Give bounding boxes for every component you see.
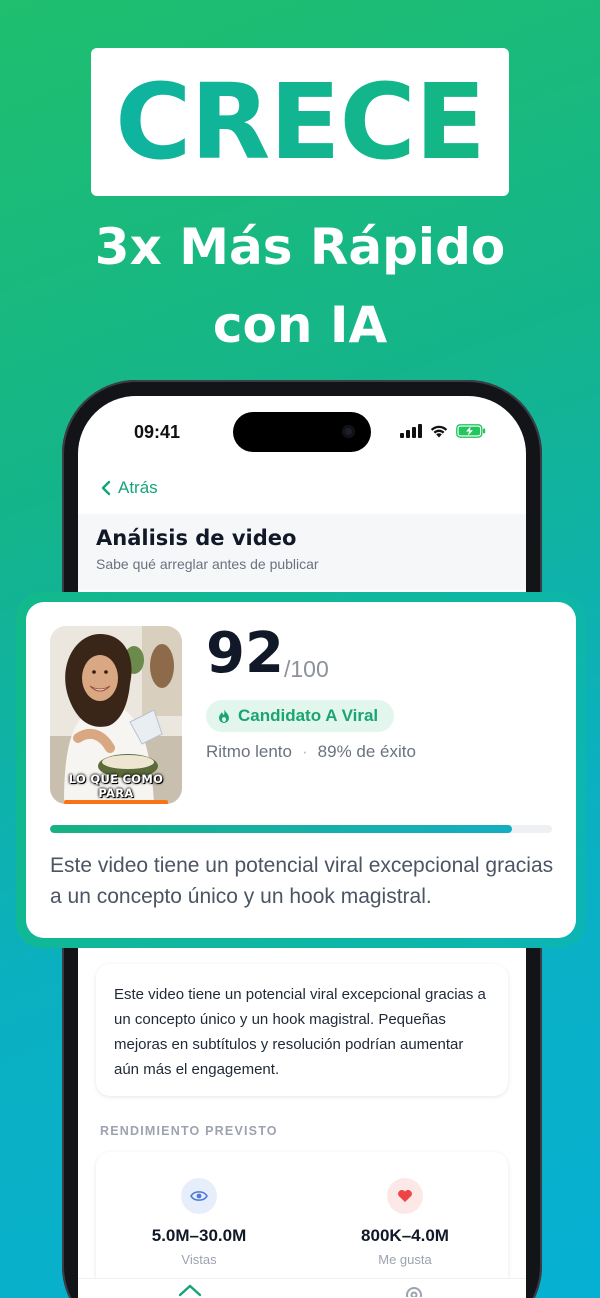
- summary-text: Este video tiene un potencial viral exce…: [114, 986, 486, 1078]
- page-title: Análisis de video: [96, 526, 297, 550]
- status-time: 09:41: [134, 422, 181, 442]
- front-camera-icon: [342, 425, 355, 438]
- back-button[interactable]: Atrás: [100, 478, 158, 498]
- viral-score: 92: [206, 621, 284, 686]
- pace-label: Ritmo lento: [206, 742, 292, 761]
- hero-headline-box: CRECE: [91, 48, 509, 196]
- signal-icon: [400, 424, 422, 438]
- analysis-card: LO QUE COMO PARA 92 /100 Candidato A Vir…: [16, 592, 586, 948]
- analysis-description: Este video tiene un potencial viral exce…: [50, 854, 554, 908]
- thumbnail-caption-line2: PARA: [98, 786, 134, 800]
- meta-separator: ·: [301, 742, 308, 761]
- analysis-meta: Ritmo lento · 89% de éxito: [206, 742, 416, 762]
- flame-icon: [219, 709, 229, 723]
- thumbnail-caption-bar: [64, 800, 168, 804]
- chevron-left-icon: [101, 480, 111, 496]
- home-icon[interactable]: [178, 1283, 202, 1297]
- analysis-card-inner: LO QUE COMO PARA 92 /100 Candidato A Vir…: [26, 602, 576, 938]
- section-label-performance: RENDIMIENTO PREVISTO: [100, 1124, 278, 1138]
- likes-value: 800K–4.0M: [361, 1226, 449, 1245]
- views-label: Vistas: [181, 1252, 217, 1267]
- video-thumbnail[interactable]: LO QUE COMO PARA: [50, 626, 182, 804]
- score-progress-fill: [50, 825, 512, 833]
- performance-card: 5.0M–30.0M Vistas 800K–4.0M Me gusta: [96, 1152, 508, 1298]
- gear-icon[interactable]: [402, 1283, 426, 1297]
- score-progress-track: [50, 825, 552, 833]
- summary-card: Este video tiene un potencial viral exce…: [96, 964, 508, 1096]
- success-label: 89% de éxito: [317, 742, 416, 761]
- wifi-icon: [430, 425, 448, 438]
- back-label: Atrás: [118, 478, 158, 497]
- eye-icon: [181, 1178, 217, 1214]
- views-value: 5.0M–30.0M: [151, 1226, 247, 1245]
- battery-charging-icon: [456, 424, 486, 438]
- metric-views: 5.0M–30.0M Vistas: [96, 1178, 302, 1267]
- hero-subline-1: 3x Más Rápido: [94, 218, 506, 276]
- viral-score-max: /100: [284, 656, 329, 682]
- tab-bar: [78, 1278, 526, 1298]
- dynamic-island: [233, 412, 371, 452]
- thumbnail-caption-line1: LO QUE COMO: [68, 772, 164, 786]
- hero-subline-2: con IA: [212, 296, 388, 354]
- metric-likes: 800K–4.0M Me gusta: [302, 1178, 508, 1267]
- viral-badge-label: Candidato A Viral: [238, 706, 379, 725]
- page-subtitle: Sabe qué arreglar antes de publicar: [96, 556, 319, 572]
- hero-headline: CRECE: [115, 61, 486, 183]
- heart-icon: [387, 1178, 423, 1214]
- viral-candidate-badge: Candidato A Viral: [206, 700, 395, 732]
- likes-label: Me gusta: [378, 1252, 432, 1267]
- status-icons: [400, 424, 486, 438]
- page-header: Análisis de video Sabe qué arreglar ante…: [78, 514, 526, 590]
